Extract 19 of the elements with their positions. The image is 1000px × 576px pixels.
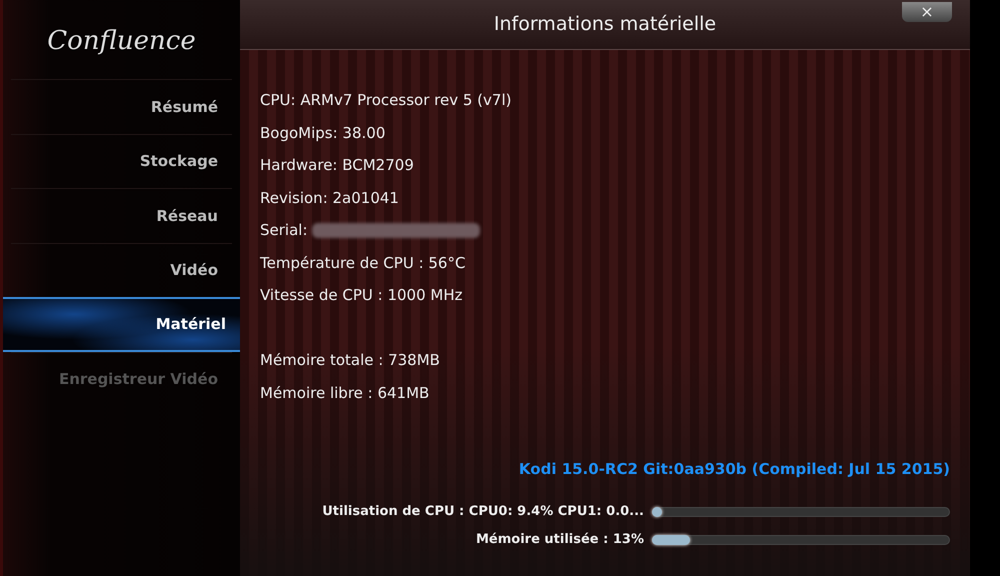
info-text: CPU: ARMv7 Processor rev 5 (v7l) (260, 90, 512, 111)
info-text: Mémoire libre : 641MB (260, 382, 430, 404)
close-button[interactable]: × (902, 2, 952, 22)
info-text: Température de CPU : 56°C (260, 252, 466, 274)
sidebar-item[interactable]: Réseau (11, 188, 232, 242)
info-text: Revision: 2a01041 (260, 188, 399, 208)
dialog-title: Informations matérielle (494, 12, 716, 38)
info-text: Mémoire totale : 738MB (260, 350, 440, 371)
info-text: Serial: (260, 220, 308, 241)
info-text: BogoMips: 38.00 (260, 122, 386, 144)
meter-label: Mémoire utilisée : 13% (476, 531, 644, 550)
info-text: Vitesse de CPU : 1000 MHz (260, 285, 462, 306)
sidebar-item[interactable]: Stockage (11, 134, 232, 188)
sidebar-item[interactable]: Résumé (11, 79, 232, 134)
version-text: Kodi 15.0-RC2 Git:0aa930b (Compiled: Jul 15 2015) (518, 458, 950, 480)
logo: Confluence (47, 25, 196, 58)
sidebar-item[interactable]: Matériel (3, 297, 240, 352)
info-text: Hardware: BCM2709 (260, 155, 414, 176)
meter-label: Utilisation de CPU : CPU0: 9.4% CPU1: 0.0... (322, 503, 644, 522)
